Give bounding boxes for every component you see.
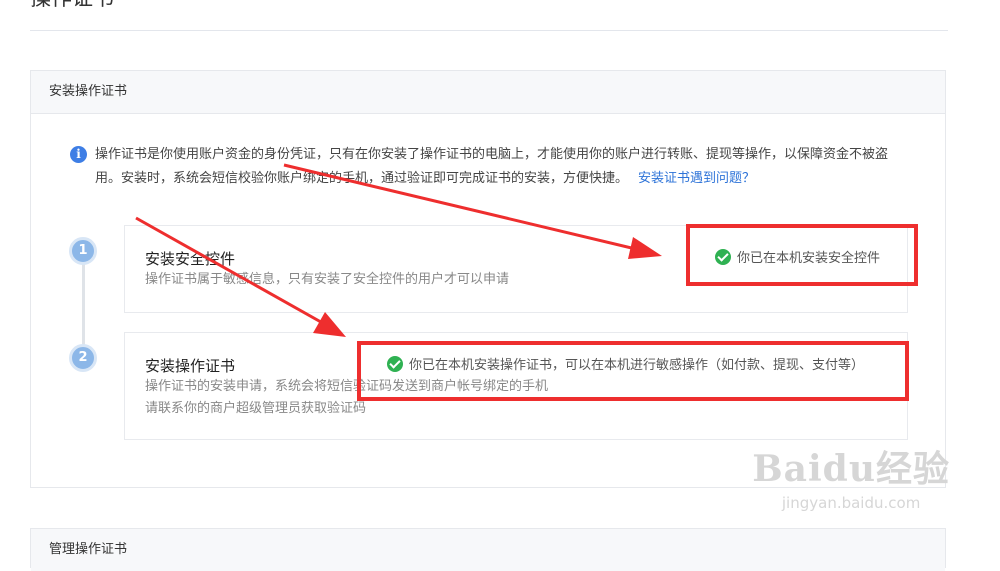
- watermark-logo: Baidu经验: [752, 448, 950, 490]
- arrow-head-1: [628, 237, 662, 259]
- watermark-url: jingyan.baidu.com: [781, 494, 921, 512]
- arrow-line-2: [135, 216, 329, 328]
- arrow-head-2: [313, 312, 346, 337]
- baidu-watermark: Baidu经验 jingyan.baidu.com: [752, 440, 950, 512]
- arrow-line-1: [283, 163, 641, 252]
